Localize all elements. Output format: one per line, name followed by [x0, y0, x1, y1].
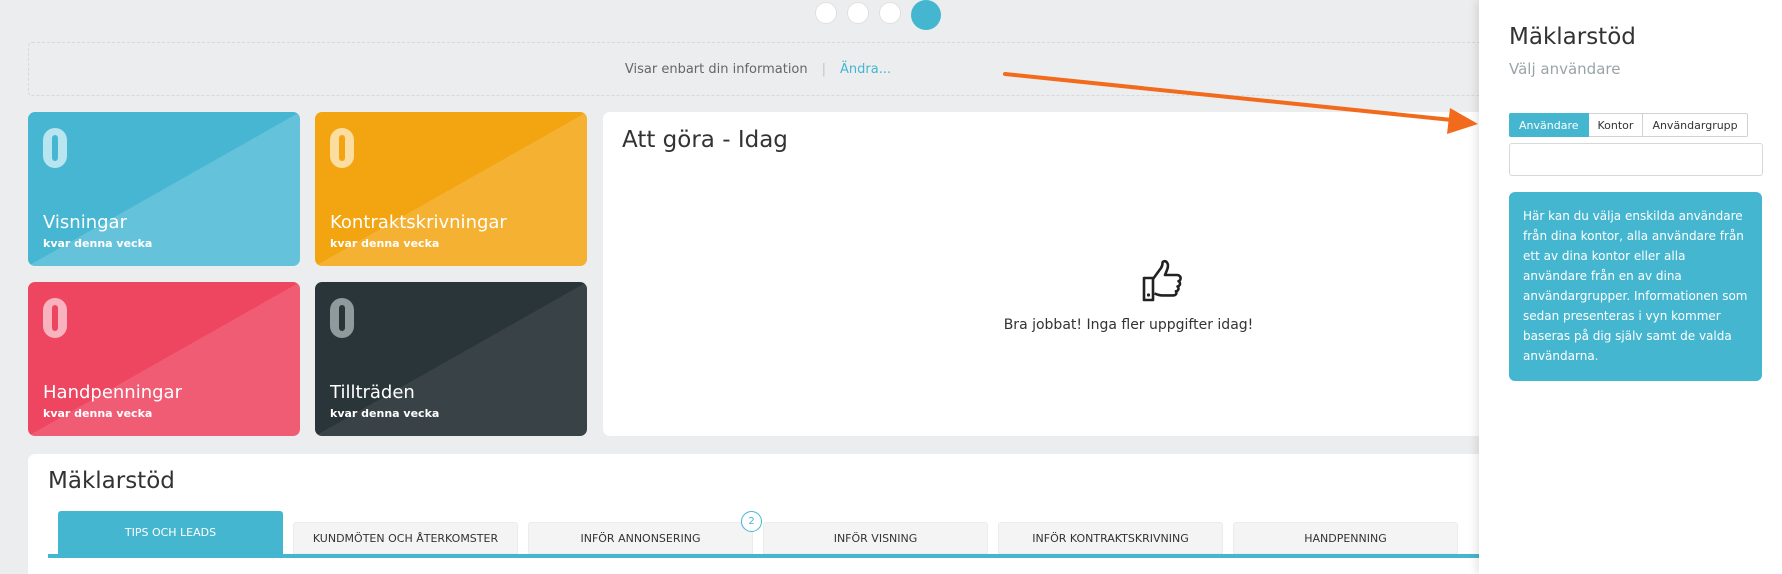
carousel-dot-1[interactable]: [815, 2, 837, 24]
tab-infor-kontraktskrivning[interactable]: INFÖR KONTRAKTSKRIVNING: [998, 522, 1223, 554]
info-text: Visar enbart din information: [624, 61, 808, 77]
info-strip: Visar enbart din information | Ändra...: [28, 42, 1488, 96]
tile-visningar[interactable]: Visningar kvar denna vecka: [28, 112, 300, 266]
tile-subtitle: kvar denna vecka: [330, 237, 440, 250]
carousel-dot-4[interactable]: [911, 0, 941, 30]
tab-kundmoten[interactable]: KUNDMÖTEN OCH ÅTERKOMSTER: [293, 522, 518, 554]
todo-panel: Att göra - Idag Bra jobbat! Inga fler up…: [603, 112, 1488, 436]
help-box: Här kan du välja enskilda användare från…: [1509, 192, 1762, 381]
user-search-input[interactable]: [1509, 143, 1763, 176]
thumbs-up-icon: [1142, 259, 1182, 302]
tile-value-zero: [330, 128, 354, 168]
segment-anvandare[interactable]: Användare: [1509, 113, 1589, 137]
tab-handpenning[interactable]: HANDPENNING: [1233, 522, 1458, 554]
todo-empty-message: Bra jobbat! Inga fler uppgifter idag!: [1003, 317, 1254, 333]
tile-value-zero: [43, 128, 67, 168]
todo-title: Att göra - Idag: [622, 127, 788, 153]
segment-kontor[interactable]: Kontor: [1588, 113, 1644, 137]
tab-infor-visning[interactable]: INFÖR VISNING: [763, 522, 988, 554]
carousel-dots: [815, 0, 941, 30]
segment-anvandargrupp[interactable]: Användargrupp: [1643, 113, 1748, 137]
maklarstod-title: Mäklarstöd: [48, 468, 175, 494]
maklarstod-panel: Mäklarstöd TIPS OCH LEADS KUNDMÖTEN OCH …: [28, 454, 1488, 574]
tile-title: Visningar: [43, 212, 127, 233]
carousel-dot-2[interactable]: [847, 2, 869, 24]
side-panel-subtitle: Välj användare: [1509, 60, 1621, 78]
tile-value-zero: [330, 298, 354, 338]
side-panel-title: Mäklarstöd: [1509, 24, 1636, 50]
tab-underline: [48, 554, 1488, 558]
tile-title: Kontraktskrivningar: [330, 212, 507, 233]
user-type-selector: Användare Kontor Användargrupp: [1509, 113, 1748, 137]
info-separator: |: [821, 61, 827, 77]
tile-kontraktskrivningar[interactable]: Kontraktskrivningar kvar denna vecka: [315, 112, 587, 266]
tab-count-badge: 2: [741, 511, 762, 532]
maklarstod-tabs: TIPS OCH LEADS KUNDMÖTEN OCH ÅTERKOMSTER…: [58, 511, 1458, 554]
tile-subtitle: kvar denna vecka: [43, 407, 153, 420]
tab-infor-annonsering[interactable]: INFÖR ANNONSERING 2: [528, 511, 762, 554]
user-select-panel: Mäklarstöd Välj användare Användare Kont…: [1479, 0, 1782, 574]
tab-tips-och-leads[interactable]: TIPS OCH LEADS: [58, 511, 283, 554]
change-link[interactable]: Ändra...: [840, 62, 891, 77]
tile-title: Tillträden: [330, 382, 415, 403]
tile-title: Handpenningar: [43, 382, 182, 403]
tile-subtitle: kvar denna vecka: [43, 237, 153, 250]
tile-value-zero: [43, 298, 67, 338]
tile-subtitle: kvar denna vecka: [330, 407, 440, 420]
tile-tilltraden[interactable]: Tillträden kvar denna vecka: [315, 282, 587, 436]
tile-handpenningar[interactable]: Handpenningar kvar denna vecka: [28, 282, 300, 436]
carousel-dot-3[interactable]: [879, 2, 901, 24]
